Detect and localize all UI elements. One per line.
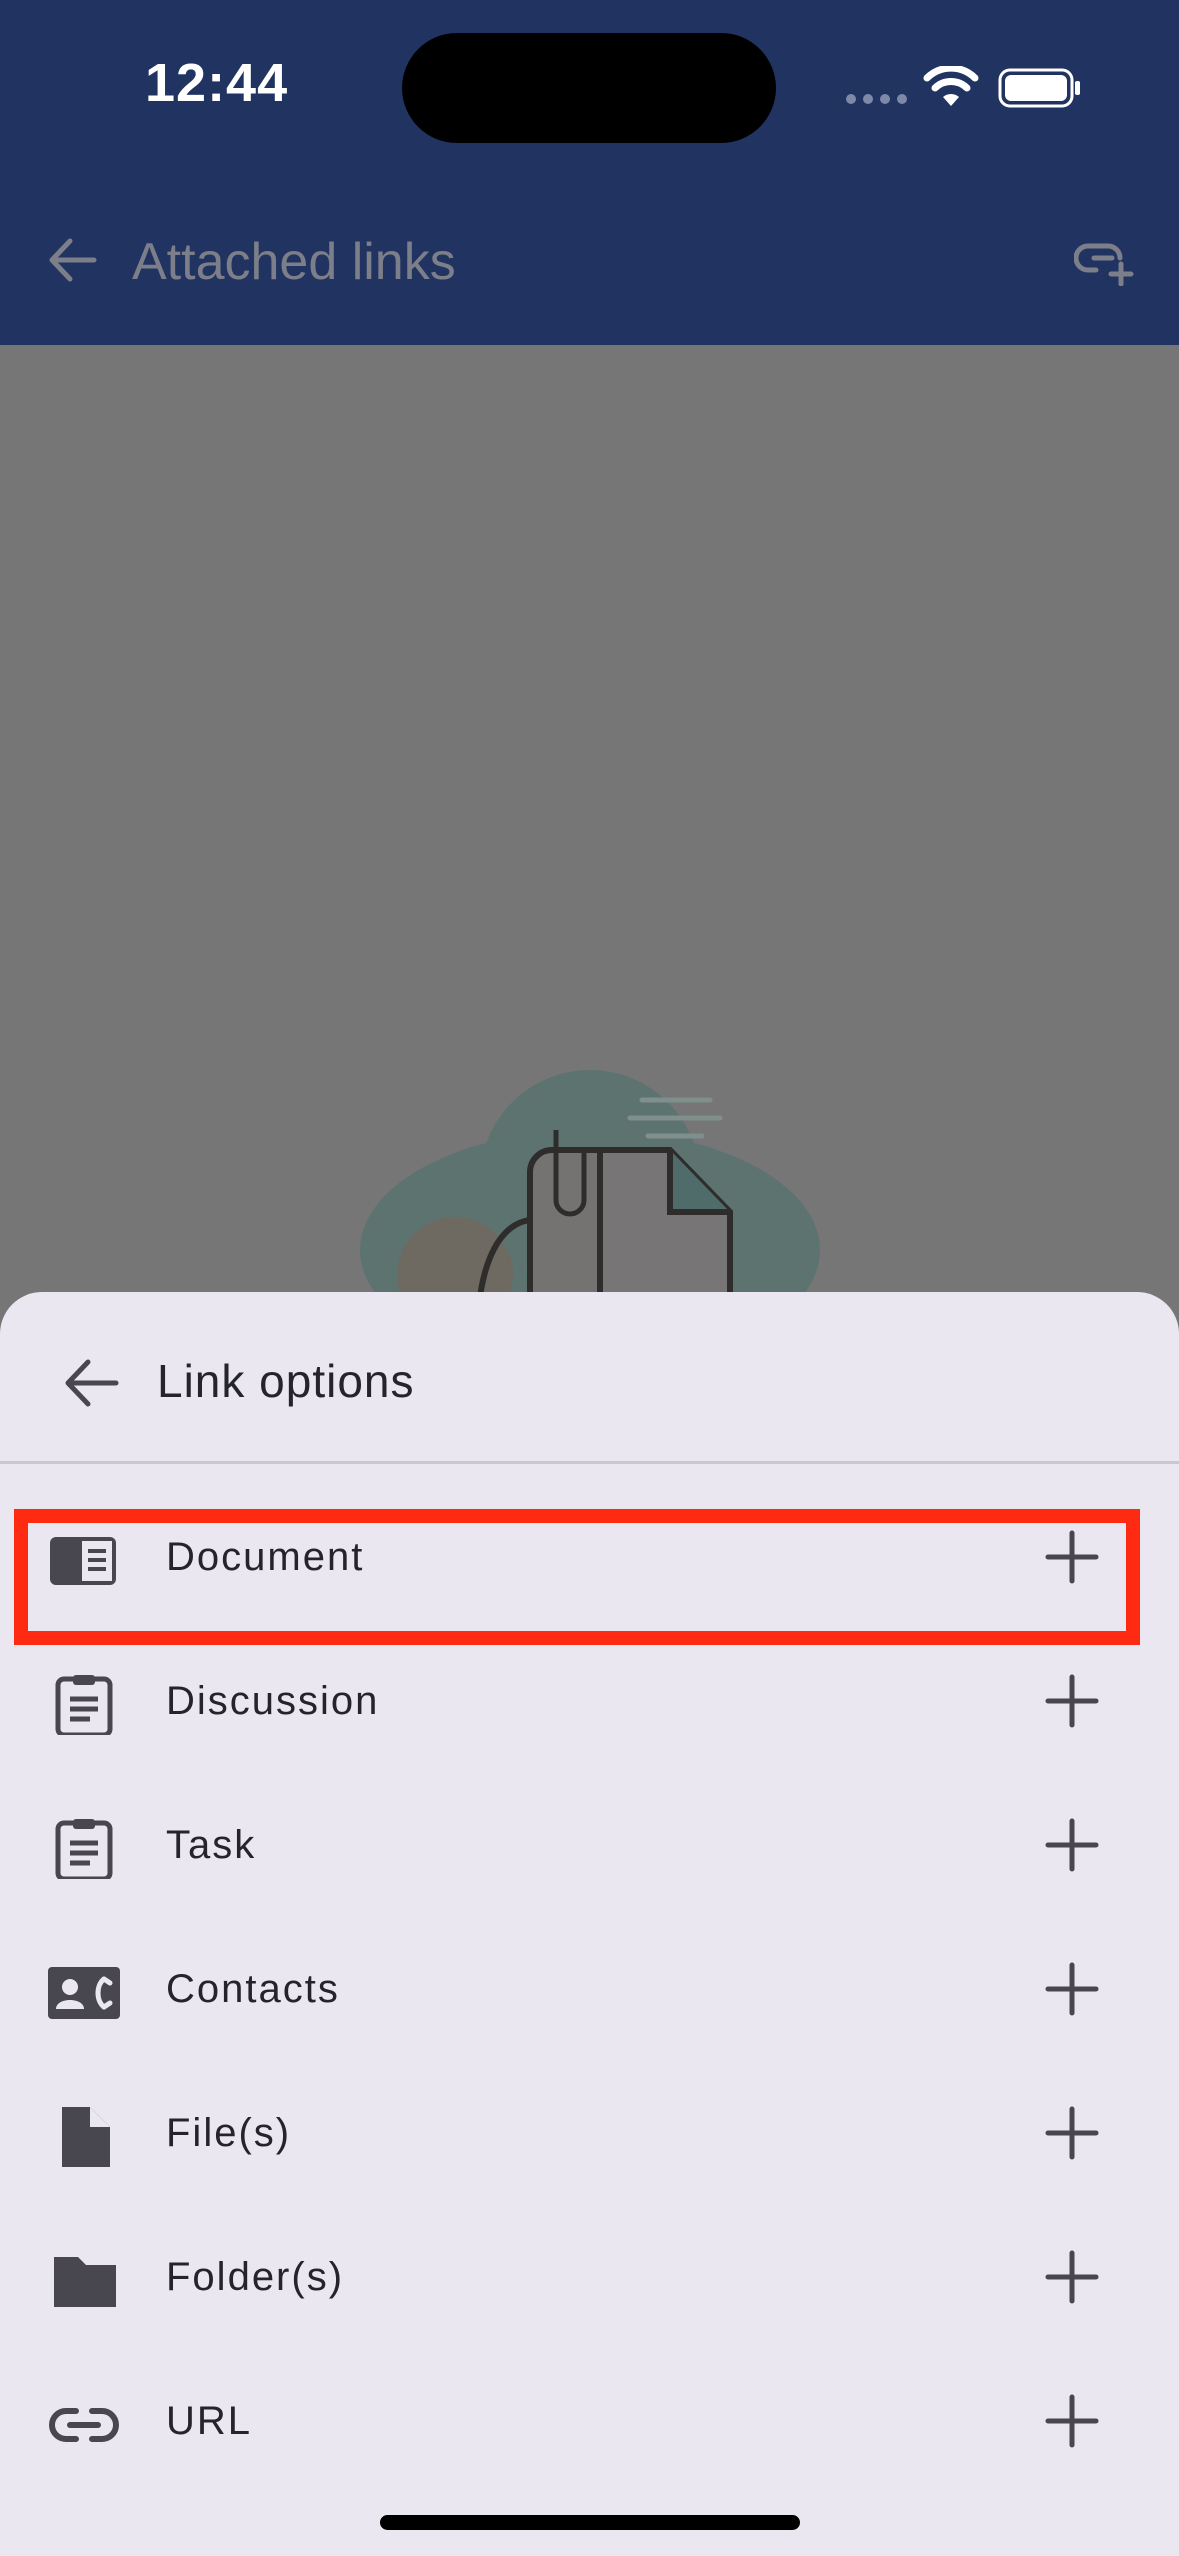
plus-icon[interactable] (1044, 2393, 1100, 2449)
home-indicator[interactable] (380, 2515, 800, 2530)
contact-card-icon (48, 1967, 120, 2019)
file-icon (62, 2107, 110, 2167)
option-discussion[interactable]: Discussion (0, 1633, 1179, 1777)
clipboard-icon (55, 1819, 113, 1879)
option-folders[interactable]: Folder(s) (0, 2209, 1179, 2353)
back-arrow-icon[interactable] (44, 232, 100, 288)
option-label: Folder(s) (166, 2255, 345, 2299)
plus-icon[interactable] (1044, 1961, 1100, 2017)
add-link-icon[interactable] (1074, 236, 1138, 286)
plus-icon[interactable] (1044, 2249, 1100, 2305)
battery-icon (998, 68, 1080, 108)
option-contacts[interactable]: Contacts (0, 1921, 1179, 2065)
highlight-box (14, 1509, 1140, 1645)
status-bar: 12:44 (0, 0, 1179, 180)
option-url[interactable]: URL (0, 2353, 1179, 2497)
sheet-divider (0, 1461, 1179, 1464)
sheet-title: Link options (157, 1355, 415, 1407)
option-label: Task (166, 1823, 257, 1867)
plus-icon[interactable] (1044, 1673, 1100, 1729)
option-label: URL (166, 2399, 253, 2443)
option-label: File(s) (166, 2111, 292, 2155)
clipboard-icon (55, 1675, 113, 1735)
wifi-icon (923, 66, 979, 106)
app-bar: Attached links (0, 180, 1179, 345)
option-label: Contacts (166, 1967, 340, 2011)
link-icon (49, 2408, 119, 2442)
cellular-signal-icon (846, 94, 907, 104)
page-title: Attached links (132, 233, 456, 291)
folder-icon (54, 2257, 116, 2307)
dynamic-island (402, 33, 776, 143)
status-time: 12:44 (145, 53, 289, 113)
sheet-back-icon[interactable] (60, 1352, 122, 1414)
plus-icon[interactable] (1044, 1817, 1100, 1873)
option-files[interactable]: File(s) (0, 2065, 1179, 2209)
option-label: Discussion (166, 1679, 380, 1723)
option-task[interactable]: Task (0, 1777, 1179, 1921)
link-options-sheet: Link options Document Discussion Task Co… (0, 1292, 1179, 2556)
plus-icon[interactable] (1044, 2105, 1100, 2161)
